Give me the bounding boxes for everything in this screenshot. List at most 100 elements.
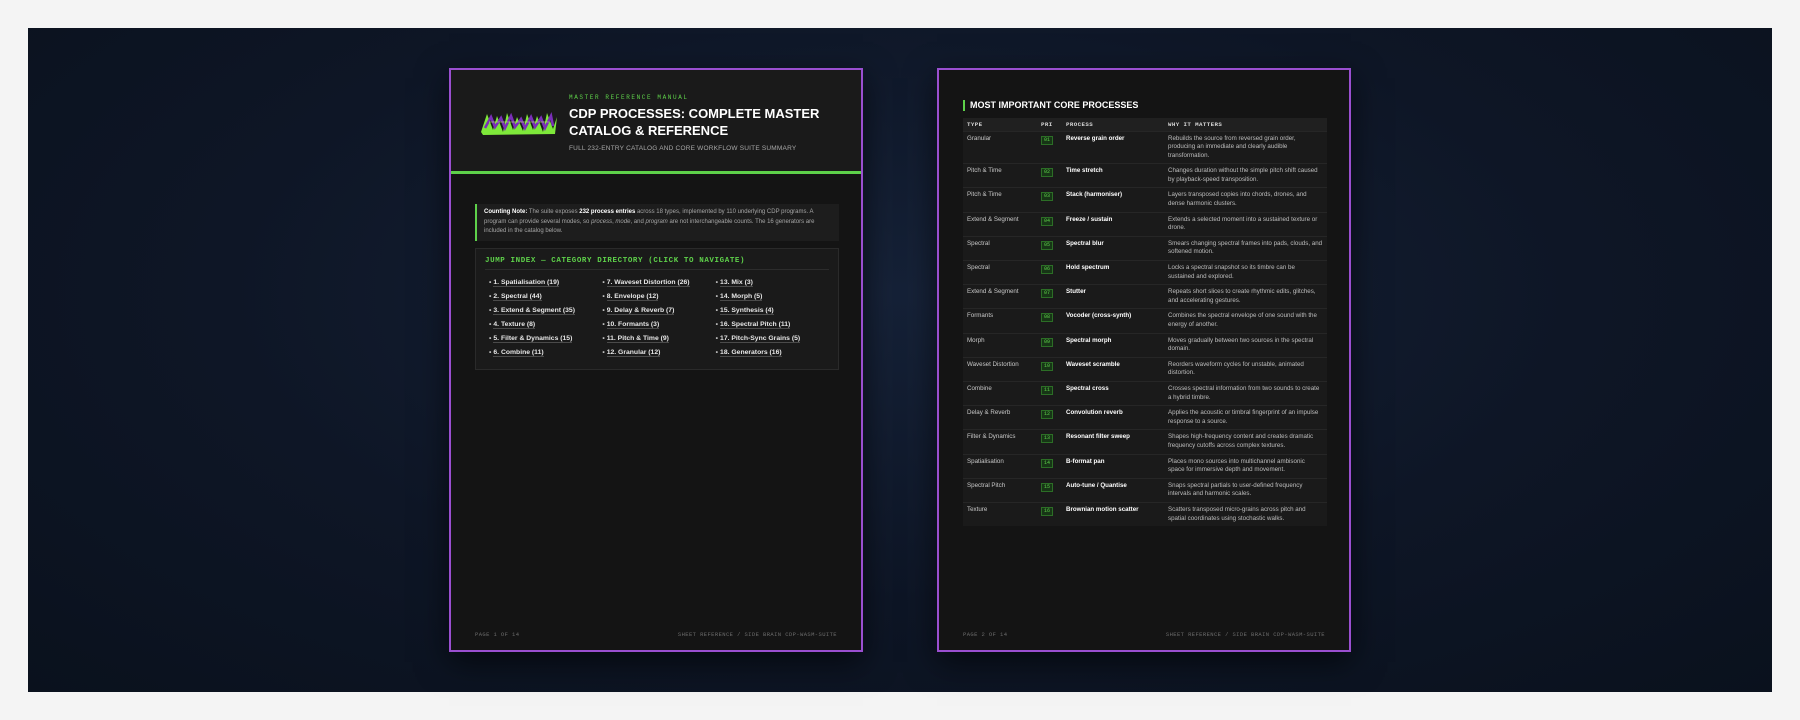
jump-link-label: 13. Mix (3)	[720, 279, 753, 287]
priority-badge: 03	[1041, 192, 1054, 202]
jump-link[interactable]: • 5. Filter & Dynamics (15)	[489, 332, 602, 346]
jump-index-title: JUMP INDEX — CATEGORY DIRECTORY (CLICK T…	[485, 257, 829, 270]
cell-pri: 03	[1037, 187, 1062, 213]
note-italic: mode	[615, 218, 631, 225]
cell-type: Filter & Dynamics	[963, 429, 1037, 455]
cell-why: Moves gradually between two sources in t…	[1164, 332, 1327, 358]
jump-index: JUMP INDEX — CATEGORY DIRECTORY (CLICK T…	[475, 248, 839, 370]
table-row: Filter & Dynamics 13 Resonant filter sweep…	[963, 429, 1327, 455]
cell-why: Repeats short slices to create rhythmic …	[1164, 284, 1327, 309]
cell-why: Crosses spectral information from two so…	[1164, 380, 1327, 406]
jump-link[interactable]: • 18. Generators (16)	[716, 346, 829, 360]
table-row: Formants 08 Vocoder (cross-synth) Combines …	[963, 308, 1327, 334]
cell-why: Places mono sources into multichannel am…	[1164, 453, 1327, 479]
column-header-type: TYPE	[963, 118, 1037, 131]
table-row: Pitch & Time 03 Stack (harmoniser) Layers t…	[963, 187, 1327, 213]
footer-reference: SHEET REFERENCE / SIDE BRAIN CDP-WASM-SU…	[1165, 631, 1325, 638]
cell-type: Delay & Reverb	[963, 405, 1037, 430]
jump-link[interactable]: • 8. Envelope (12)	[602, 290, 715, 304]
priority-badge: 02	[1041, 168, 1054, 178]
jump-column: • 13. Mix (3) • 14. Morph (5) • 15. Synthes…	[716, 276, 829, 360]
note-text: The suite exposes	[527, 209, 580, 215]
cell-why: Applies the acoustic or timbral fingerpr…	[1164, 405, 1327, 430]
table-header-row: TYPE PRI PROCESS WHY IT MATTERS	[963, 118, 1327, 131]
table-row: Texture 16 Brownian motion scatter Scatters…	[963, 501, 1327, 527]
jump-column: • 7. Waveset Distortion (26) • 8. Envelope…	[602, 276, 715, 360]
jump-link[interactable]: • 1. Spatialisation (19)	[489, 276, 602, 290]
jump-link[interactable]: • 15. Synthesis (4)	[716, 304, 829, 318]
cell-why: Layers transposed copies into chords, dr…	[1164, 187, 1327, 213]
cell-pri: 15	[1037, 477, 1062, 503]
jump-link-label: 4. Texture (8)	[493, 321, 536, 329]
cell-process: Vocoder (cross-synth)	[1062, 308, 1164, 334]
jump-link[interactable]: • 10. Formants (3)	[602, 318, 715, 332]
note-label: Counting Note:	[484, 209, 528, 215]
cell-type: Morph	[963, 332, 1037, 358]
jump-column: • 1. Spatialisation (19) • 2. Spectral (44…	[489, 276, 602, 360]
cell-pri: 07	[1037, 284, 1062, 309]
cell-pri: 08	[1037, 308, 1062, 334]
cell-process: B-format pan	[1062, 453, 1164, 479]
cell-type: Formants	[963, 308, 1037, 334]
note-text: , and	[630, 218, 646, 225]
jump-link-label: 2. Spectral (44)	[493, 293, 542, 301]
jump-link[interactable]: • 3. Extend & Segment (35)	[489, 304, 602, 318]
priority-badge: 06	[1041, 265, 1054, 275]
cell-type: Spectral	[963, 260, 1037, 285]
column-header-why: WHY IT MATTERS	[1164, 118, 1327, 131]
priority-badge: 15	[1041, 482, 1054, 492]
cell-type: Extend & Segment	[963, 211, 1037, 237]
jump-link[interactable]: • 14. Morph (5)	[716, 290, 829, 304]
cell-type: Texture	[963, 501, 1037, 527]
jump-link[interactable]: • 12. Granular (12)	[602, 346, 715, 360]
table-row: Spectral 06 Hold spectrum Locks a spectral …	[963, 260, 1327, 285]
jump-link[interactable]: • 7. Waveset Distortion (26)	[602, 276, 715, 290]
column-header-pri: PRI	[1037, 118, 1062, 131]
jump-link-label: 10. Formants (3)	[606, 321, 660, 329]
cell-process: Waveset scramble	[1062, 356, 1164, 382]
jump-link[interactable]: • 4. Texture (8)	[489, 318, 602, 332]
cell-why: Shapes high-frequency content and create…	[1164, 429, 1327, 455]
cell-process: Convolution reverb	[1062, 405, 1164, 430]
jump-link[interactable]: • 13. Mix (3)	[716, 276, 829, 290]
priority-badge: 04	[1041, 216, 1054, 226]
jump-link-label: 5. Filter & Dynamics (15)	[493, 335, 573, 343]
table-row: Spatialisation 14 B-format pan Places mono …	[963, 453, 1327, 479]
cell-why: Scatters transposed micro-grains across …	[1164, 501, 1327, 527]
cell-pri: 12	[1037, 405, 1062, 430]
jump-link[interactable]: • 11. Pitch & Time (9)	[602, 332, 715, 346]
page-number: PAGE 1 OF 14	[475, 631, 520, 638]
cell-why: Extends a selected moment into a sustain…	[1164, 211, 1327, 237]
cell-type: Granular	[963, 130, 1037, 164]
jump-link-label: 14. Morph (5)	[720, 293, 763, 301]
priority-badge: 11	[1041, 385, 1054, 395]
cell-process: Reverse grain order	[1062, 130, 1164, 164]
table-row: Spectral 05 Spectral blur Smears changing s…	[963, 235, 1327, 261]
cell-type: Spectral Pitch	[963, 477, 1037, 503]
core-processes-table: TYPE PRI PROCESS WHY IT MATTERS Granular…	[963, 118, 1327, 527]
priority-badge: 14	[1041, 458, 1054, 468]
priority-badge: 16	[1041, 506, 1054, 516]
jump-link[interactable]: • 16. Spectral Pitch (11)	[716, 318, 829, 332]
jump-link[interactable]: • 2. Spectral (44)	[489, 290, 602, 304]
cell-pri: 13	[1037, 429, 1062, 455]
note-italic: process	[591, 218, 613, 225]
priority-badge: 13	[1041, 434, 1054, 444]
jump-link-label: 15. Synthesis (4)	[720, 307, 774, 315]
page-header: MASTER REFERENCE MANUAL CDP PROCESSES: C…	[451, 70, 861, 174]
table-row: Waveset Distortion 10 Waveset scramble Reor…	[963, 356, 1327, 382]
page-number: PAGE 2 OF 14	[963, 631, 1008, 638]
note-italic: program	[645, 218, 668, 225]
cell-why: Locks a spectral snapshot so its timbre …	[1164, 260, 1327, 285]
jump-link[interactable]: • 17. Pitch-Sync Grains (5)	[716, 332, 829, 346]
cell-pri: 01	[1037, 130, 1062, 164]
jump-link[interactable]: • 9. Delay & Reverb (7)	[602, 304, 715, 318]
page-footer: PAGE 2 OF 14 SHEET REFERENCE / SIDE BRAI…	[963, 631, 1325, 638]
jump-link[interactable]: • 6. Combine (11)	[489, 346, 602, 360]
table-row: Spectral Pitch 15 Auto-tune / Quantise Snap…	[963, 477, 1327, 503]
page-title: CDP PROCESSES: COMPLETE MASTER CATALOG &…	[569, 106, 820, 138]
viewer-stage: MASTER REFERENCE MANUAL CDP PROCESSES: C…	[28, 28, 1772, 692]
sheet-page-2: MOST IMPORTANT CORE PROCESSES TYPE PRI P…	[937, 68, 1351, 652]
jump-link-label: 18. Generators (16)	[720, 349, 782, 357]
cell-process: Brownian motion scatter	[1062, 501, 1164, 527]
